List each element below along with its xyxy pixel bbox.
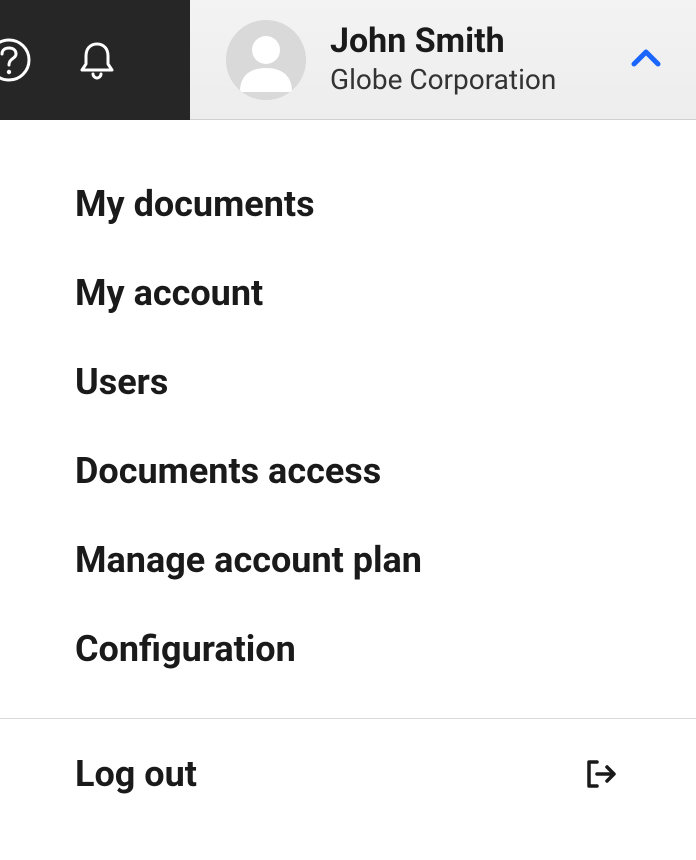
menu-item-label: Documents access (75, 450, 381, 492)
menu-item-configuration[interactable]: Configuration (0, 605, 696, 694)
menu-item-manage-account-plan[interactable]: Manage account plan (0, 516, 696, 605)
user-menu: My documents My account Users Documents … (0, 120, 696, 829)
avatar (226, 20, 306, 100)
user-info: John Smith Globe Corporation (330, 21, 602, 98)
logout-label: Log out (75, 753, 197, 795)
menu-item-label: Manage account plan (75, 539, 422, 581)
notifications-icon[interactable] (73, 36, 121, 84)
user-profile-toggle[interactable]: John Smith Globe Corporation (190, 0, 696, 120)
menu-item-my-documents[interactable]: My documents (0, 160, 696, 249)
chevron-up-icon (626, 40, 666, 80)
user-organization: Globe Corporation (330, 62, 602, 98)
menu-item-label: My account (75, 272, 263, 314)
logout-icon (581, 754, 621, 794)
menu-item-documents-access[interactable]: Documents access (0, 427, 696, 516)
user-name: John Smith (330, 21, 602, 62)
menu-item-label: Configuration (75, 628, 296, 670)
menu-item-label: Users (75, 361, 168, 403)
menu-item-users[interactable]: Users (0, 338, 696, 427)
help-icon[interactable] (0, 36, 33, 84)
header-toolbar (0, 0, 190, 120)
menu-item-label: My documents (75, 183, 315, 225)
menu-item-logout[interactable]: Log out (0, 719, 696, 829)
menu-item-my-account[interactable]: My account (0, 249, 696, 338)
app-header: John Smith Globe Corporation (0, 0, 696, 120)
